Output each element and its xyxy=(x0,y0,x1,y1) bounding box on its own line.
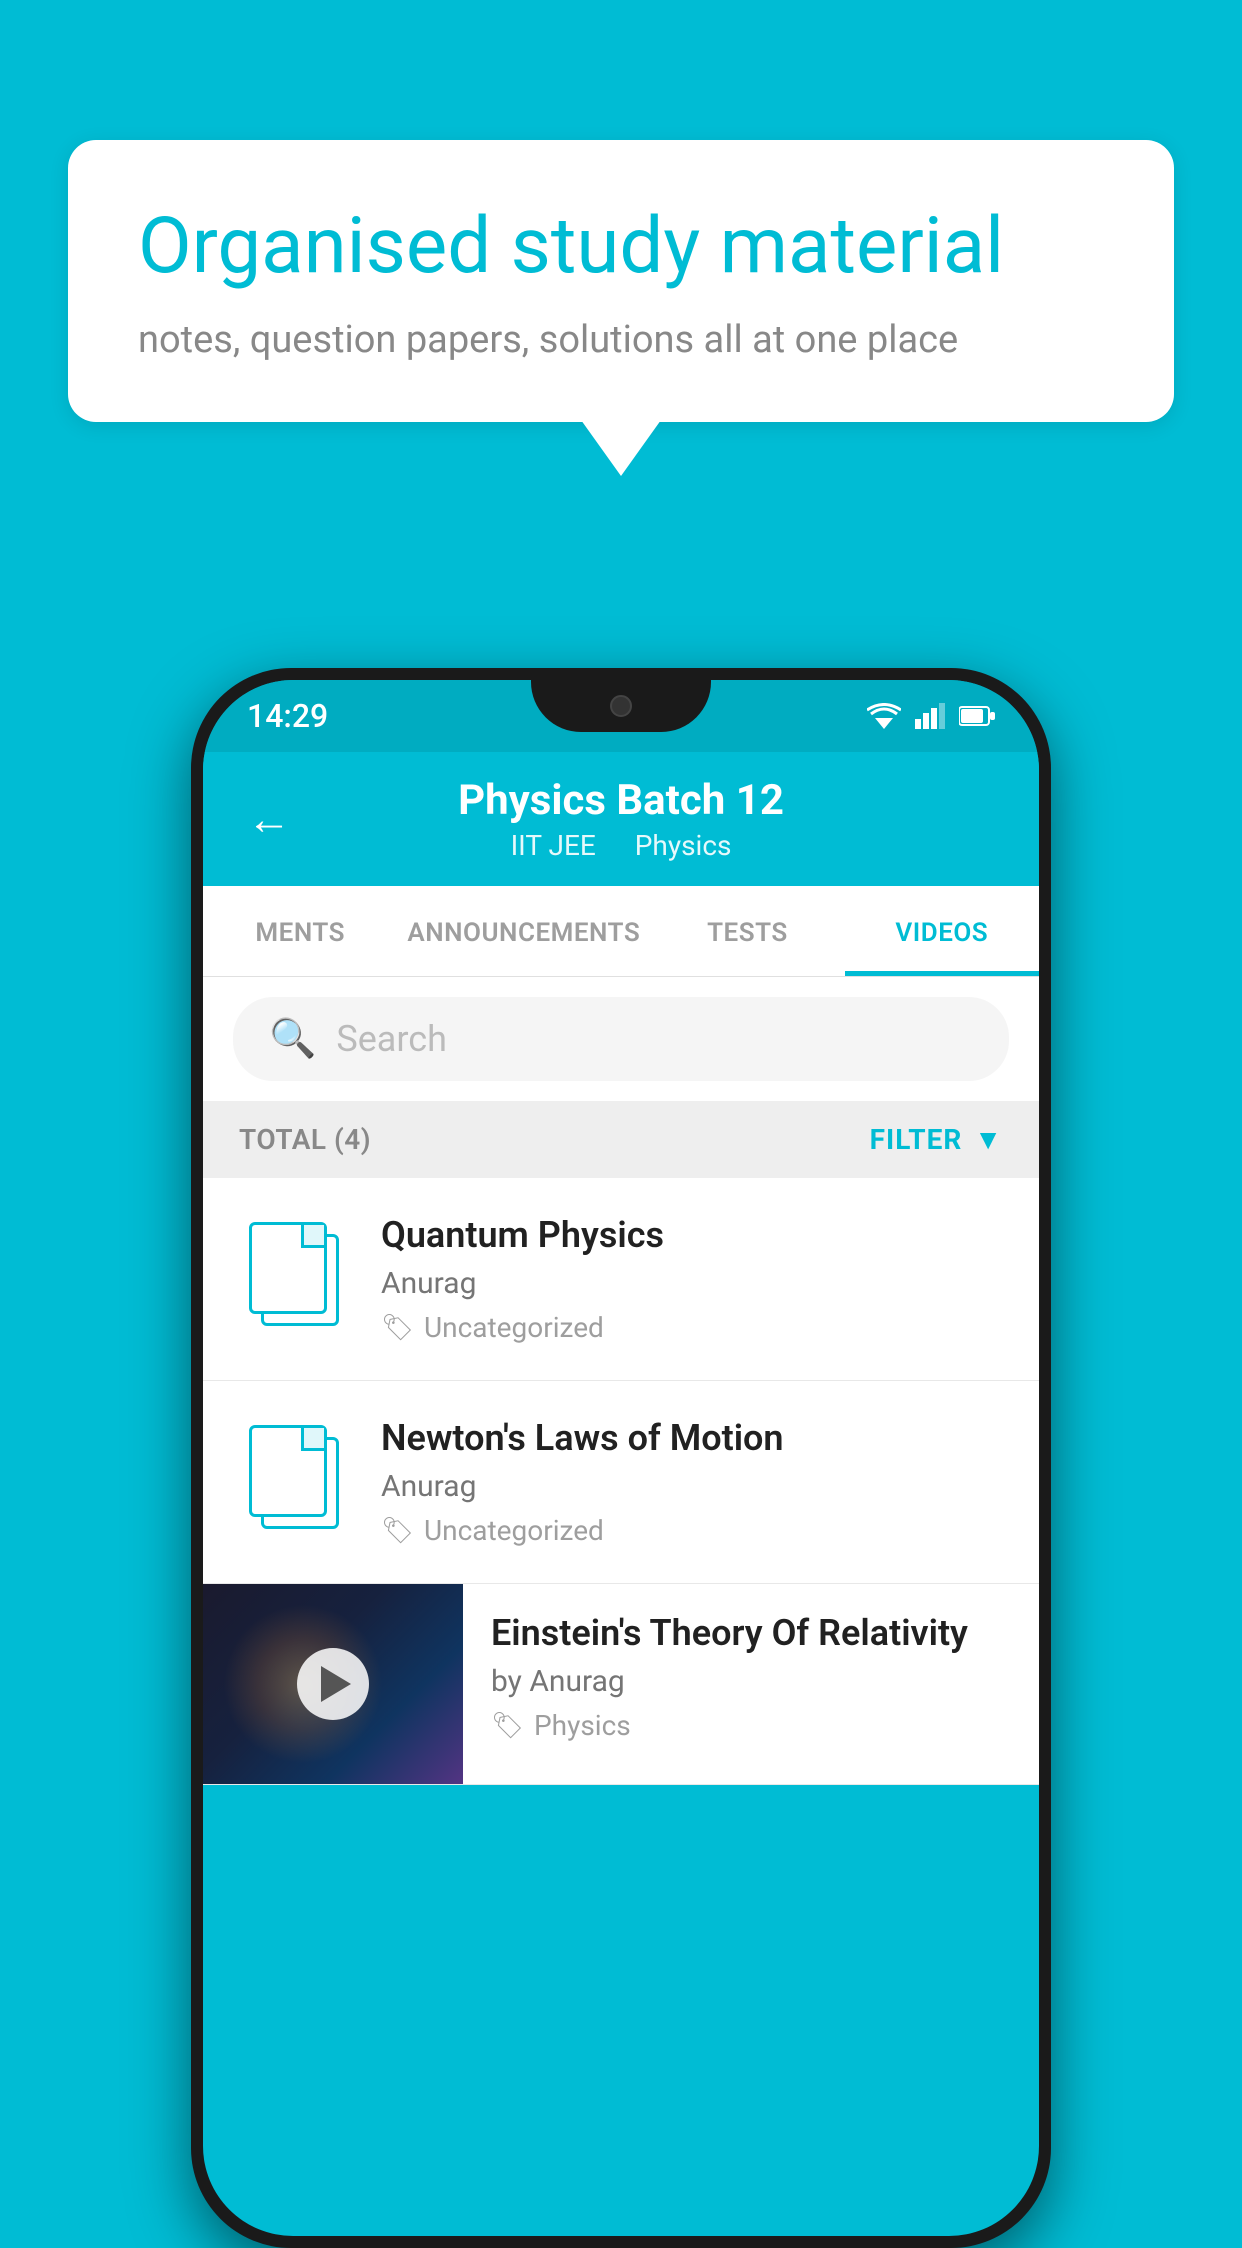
filter-bar: TOTAL (4) FILTER ▼ xyxy=(203,1101,1039,1178)
doc-icon xyxy=(249,1222,339,1330)
filter-button[interactable]: FILTER ▼ xyxy=(870,1123,1003,1156)
app-header: ← Physics Batch 12 IIT JEE Physics xyxy=(203,752,1039,886)
tag-label: Uncategorized xyxy=(424,1311,604,1344)
video-list: Quantum Physics Anurag 🏷 Uncategorized xyxy=(203,1178,1039,1785)
doc-icon-wrapper xyxy=(239,1425,349,1533)
list-item[interactable]: Einstein's Theory Of Relativity by Anura… xyxy=(203,1584,1039,1785)
video-tag: 🏷 Physics xyxy=(491,1709,1011,1742)
wifi-icon xyxy=(867,703,901,729)
tag-label: Physics xyxy=(534,1709,631,1742)
bubble-arrow xyxy=(581,420,661,476)
battery-icon xyxy=(959,705,995,727)
phone-frame: 14:29 xyxy=(191,668,1051,2248)
video-tag: 🏷 Uncategorized xyxy=(381,1514,1003,1547)
batch-subtitle: IIT JEE Physics xyxy=(321,829,921,862)
speech-bubble-section: Organised study material notes, question… xyxy=(68,140,1174,476)
video-author: Anurag xyxy=(381,1266,1003,1301)
tab-tests[interactable]: TESTS xyxy=(650,886,844,976)
speech-bubble-title: Organised study material xyxy=(138,200,1104,294)
status-time: 14:29 xyxy=(247,697,328,735)
header-title-group: Physics Batch 12 IIT JEE Physics xyxy=(321,776,921,862)
list-item[interactable]: Newton's Laws of Motion Anurag 🏷 Uncateg… xyxy=(203,1381,1039,1584)
total-count: TOTAL (4) xyxy=(239,1123,371,1156)
phone-inner: 14:29 xyxy=(203,680,1039,2236)
tag-icon: 🏷 xyxy=(491,1711,524,1741)
video-tag: 🏷 Uncategorized xyxy=(381,1311,1003,1344)
subtitle-iit: IIT JEE xyxy=(511,829,596,862)
play-button[interactable] xyxy=(297,1648,369,1720)
speech-bubble: Organised study material notes, question… xyxy=(68,140,1174,422)
batch-title: Physics Batch 12 xyxy=(321,776,921,825)
screen-content: 🔍 Search TOTAL (4) FILTER ▼ xyxy=(203,977,1039,1785)
list-item[interactable]: Quantum Physics Anurag 🏷 Uncategorized xyxy=(203,1178,1039,1381)
search-icon: 🔍 xyxy=(269,1017,316,1061)
status-icons xyxy=(867,703,995,729)
filter-label: FILTER xyxy=(870,1123,963,1156)
video-info: Newton's Laws of Motion Anurag 🏷 Uncateg… xyxy=(381,1417,1003,1547)
tag-icon: 🏷 xyxy=(381,1516,414,1546)
video-thumbnail xyxy=(203,1584,463,1784)
doc-icon-wrapper xyxy=(239,1222,349,1330)
speech-bubble-subtitle: notes, question papers, solutions all at… xyxy=(138,318,1104,362)
search-input[interactable]: Search xyxy=(336,1018,447,1060)
doc-front xyxy=(249,1222,327,1314)
video-title: Newton's Laws of Motion xyxy=(381,1417,1003,1459)
camera-dot xyxy=(610,695,632,717)
doc-front xyxy=(249,1425,327,1517)
tab-videos[interactable]: VIDEOS xyxy=(845,886,1039,976)
tag-label: Uncategorized xyxy=(424,1514,604,1547)
tag-icon: 🏷 xyxy=(381,1313,414,1343)
video-title: Einstein's Theory Of Relativity xyxy=(491,1612,1011,1654)
subtitle-physics: Physics xyxy=(635,829,732,862)
signal-icon xyxy=(915,703,945,729)
video-title: Quantum Physics xyxy=(381,1214,1003,1256)
tab-announcements[interactable]: ANNOUNCEMENTS xyxy=(397,886,650,976)
status-bar: 14:29 xyxy=(203,680,1039,752)
search-bar-container: 🔍 Search xyxy=(203,977,1039,1101)
einstein-info: Einstein's Theory Of Relativity by Anura… xyxy=(463,1584,1039,1770)
video-author: Anurag xyxy=(381,1469,1003,1504)
notch xyxy=(531,680,711,732)
filter-icon: ▼ xyxy=(974,1123,1003,1156)
doc-icon xyxy=(249,1425,339,1533)
tabs-bar: MENTS ANNOUNCEMENTS TESTS VIDEOS xyxy=(203,886,1039,977)
tab-ments[interactable]: MENTS xyxy=(203,886,397,976)
video-info: Quantum Physics Anurag 🏷 Uncategorized xyxy=(381,1214,1003,1344)
search-bar[interactable]: 🔍 Search xyxy=(233,997,1009,1081)
video-author: by Anurag xyxy=(491,1664,1011,1699)
play-triangle-icon xyxy=(321,1666,351,1702)
back-button[interactable]: ← xyxy=(247,793,291,845)
